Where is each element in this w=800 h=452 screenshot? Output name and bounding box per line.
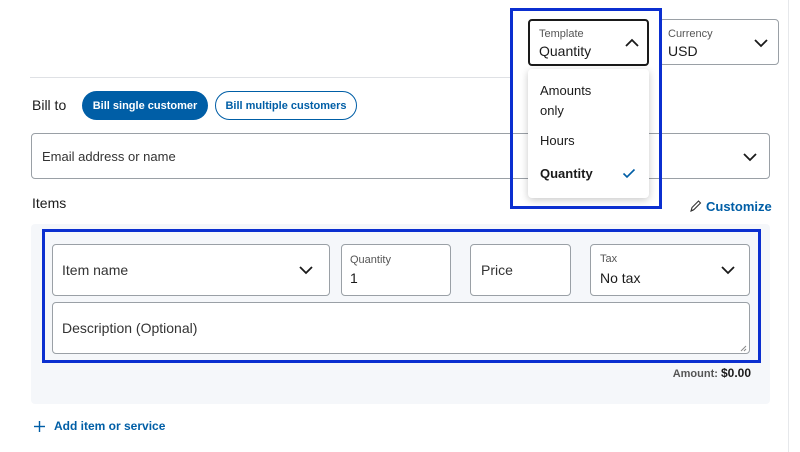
currency-label: Currency xyxy=(668,28,713,40)
add-item-label: Add item or service xyxy=(54,419,166,433)
customize-link[interactable]: Customize xyxy=(689,197,772,215)
currency-select[interactable]: Currency USD xyxy=(659,19,779,65)
pencil-icon xyxy=(690,200,702,213)
header-divider xyxy=(30,77,513,78)
add-item-button[interactable]: Add item or service xyxy=(33,417,165,435)
amount-value: $0.00 xyxy=(720,366,751,380)
chevron-down-icon xyxy=(754,39,768,48)
bill-to-label: Bill to xyxy=(32,97,67,113)
currency-value: USD xyxy=(668,43,698,59)
customize-label: Customize xyxy=(706,198,772,214)
email-placeholder: Email address or name xyxy=(42,149,176,164)
right-edge-line xyxy=(788,0,789,452)
chevron-down-icon xyxy=(743,153,757,162)
item-row-highlight-frame xyxy=(42,229,761,363)
amount-label: Amount: xyxy=(672,368,718,380)
plus-icon xyxy=(34,420,45,432)
template-highlight-frame xyxy=(510,8,662,209)
amount-row: Amount: $0.00 xyxy=(600,366,751,380)
bill-single-customer-button[interactable]: Bill single customer xyxy=(82,91,208,120)
items-heading: Items xyxy=(32,195,67,211)
bill-multiple-customers-button[interactable]: Bill multiple customers xyxy=(215,91,357,120)
